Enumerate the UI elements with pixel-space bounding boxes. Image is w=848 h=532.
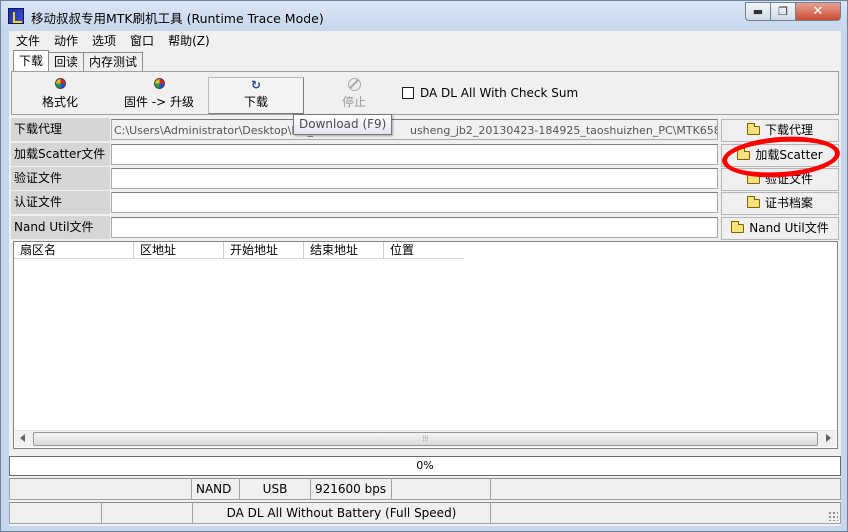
minimize-icon: ▬	[752, 5, 764, 18]
row-scatter: 加载Scatter文件 加载Scatter	[11, 143, 839, 167]
folder-icon	[746, 123, 760, 135]
download-agent-path: C:\Users\Administrator\Desktop\MP_n	[114, 124, 320, 137]
auth-file-button[interactable]: 验证文件	[721, 168, 839, 191]
download-agent-path-tail: usheng_jb2_20130423-184925_taoshuizhen_P…	[409, 124, 717, 137]
close-button[interactable]: ✕	[795, 2, 841, 21]
toolbar: 格式化 固件 -> 升级 ↻ 下载 停止 DA DL All With Chec…	[11, 71, 839, 115]
row-auth: 验证文件 验证文件	[11, 167, 839, 191]
download-agent-button-label: 下载代理	[764, 123, 813, 137]
status-mode: DA DL All Without Battery (Full Speed)	[192, 502, 491, 524]
status-baud: 921600 bps	[310, 478, 392, 500]
menu-action[interactable]: 动作	[47, 32, 85, 49]
status-cell-empty-4	[9, 502, 102, 524]
load-scatter-button-label: 加载Scatter	[755, 148, 823, 162]
format-button[interactable]: 格式化	[38, 78, 82, 114]
cert-file-button-label: 证书档案	[764, 196, 813, 210]
title-bar[interactable]: 移动叔叔专用MTK刷机工具 (Runtime Trace Mode) ▬ ❐ ✕	[1, 1, 847, 31]
nand-util-button-label: Nand Util文件	[749, 221, 829, 235]
cert-field[interactable]	[111, 192, 718, 213]
status-interface: USB	[239, 478, 311, 500]
stop-label: 停止	[341, 95, 366, 109]
menu-window[interactable]: 窗口	[123, 32, 161, 49]
checksum-checkbox[interactable]	[402, 87, 414, 99]
folder-icon	[737, 148, 751, 160]
format-label: 格式化	[41, 95, 78, 109]
cert-file-button[interactable]: 证书档案	[721, 192, 839, 215]
close-icon: ✕	[812, 4, 824, 19]
menu-bar: 文件 动作 选项 窗口 帮助(Z)	[9, 31, 841, 50]
status-cell-empty-2	[391, 478, 491, 500]
firmware-upgrade-icon	[153, 78, 165, 89]
download-agent-label: 下载代理	[11, 118, 110, 141]
column-location[interactable]: 位置	[384, 242, 464, 259]
tab-readback[interactable]: 回读	[48, 52, 85, 71]
caption-buttons: ▬ ❐ ✕	[745, 2, 841, 22]
status-cell-empty-3	[490, 478, 841, 500]
tab-strip: 下载 回读 内存测试	[13, 50, 144, 72]
partition-list-header: 扇区名 区地址 开始地址 结束地址 位置	[14, 242, 464, 259]
row-download-agent: 下载代理 C:\Users\Administrator\Desktop\MP_n…	[11, 118, 839, 142]
horizontal-scrollbar[interactable]: ⦙⦙⦙	[15, 430, 836, 447]
format-icon	[54, 78, 66, 89]
stop-button[interactable]: 停止	[332, 78, 376, 114]
status-cell-empty-1	[9, 478, 192, 500]
progress-bar: 0%	[9, 456, 841, 476]
row-nand-util: Nand Util文件 Nand Util文件	[11, 216, 839, 240]
restore-icon: ❐	[778, 5, 788, 18]
column-region-address[interactable]: 区地址	[134, 242, 224, 259]
auth-label: 验证文件	[11, 167, 110, 190]
checksum-option[interactable]: DA DL All With Check Sum	[402, 86, 578, 100]
scroll-thumb[interactable]: ⦙⦙⦙	[33, 432, 818, 446]
nand-util-label: Nand Util文件	[11, 216, 110, 239]
folder-icon	[746, 172, 760, 184]
auth-field[interactable]	[111, 168, 718, 189]
menu-help[interactable]: 帮助(Z)	[161, 32, 217, 49]
download-button[interactable]: ↻ 下载	[208, 77, 304, 114]
menu-options[interactable]: 选项	[85, 32, 123, 49]
partition-list[interactable]: 扇区名 区地址 开始地址 结束地址 位置 ⦙⦙⦙	[13, 241, 838, 449]
resize-grip-icon[interactable]	[828, 511, 838, 521]
download-agent-button[interactable]: 下载代理	[721, 119, 839, 142]
progress-text: 0%	[416, 459, 434, 472]
cert-label: 认证文件	[11, 191, 110, 214]
status-row-2: DA DL All Without Battery (Full Speed)	[9, 502, 841, 525]
status-row-1: NAND USB 921600 bps	[9, 478, 841, 501]
scatter-label: 加载Scatter文件	[11, 143, 110, 166]
column-sector-name[interactable]: 扇区名	[14, 242, 134, 259]
status-cell-empty-5	[101, 502, 193, 524]
load-scatter-button[interactable]: 加载Scatter	[721, 144, 839, 167]
checksum-label: DA DL All With Check Sum	[420, 86, 579, 100]
tab-download[interactable]: 下载	[13, 50, 50, 71]
app-window: 移动叔叔专用MTK刷机工具 (Runtime Trace Mode) ▬ ❐ ✕…	[0, 0, 848, 532]
tab-memory-test[interactable]: 内存测试	[83, 52, 144, 71]
column-start-address[interactable]: 开始地址	[224, 242, 304, 259]
status-cell-empty-6	[490, 502, 841, 524]
folder-icon	[731, 221, 745, 233]
stop-icon	[347, 78, 361, 91]
nand-util-field[interactable]	[111, 217, 718, 238]
status-storage: NAND	[191, 478, 240, 500]
client-area: 下载 回读 内存测试 格式化 固件 -> 升级 ↻ 下载 停止 DA DL Al…	[9, 50, 841, 526]
auth-file-button-label: 验证文件	[764, 172, 813, 186]
firmware-upgrade-button[interactable]: 固件 -> 升级	[120, 78, 198, 114]
menu-file[interactable]: 文件	[9, 32, 47, 49]
row-cert: 认证文件 证书档案	[11, 191, 839, 215]
download-tooltip: Download (F9)	[293, 114, 393, 135]
app-icon[interactable]	[8, 8, 24, 24]
minimize-button[interactable]: ▬	[745, 2, 771, 21]
firmware-upgrade-label: 固件 -> 升级	[123, 95, 194, 109]
window-title: 移动叔叔专用MTK刷机工具 (Runtime Trace Mode)	[31, 11, 324, 26]
download-agent-field[interactable]: C:\Users\Administrator\Desktop\MP_n ushen…	[111, 119, 718, 140]
download-label: 下载	[243, 95, 268, 109]
column-end-address[interactable]: 结束地址	[304, 242, 384, 259]
maximize-button[interactable]: ❐	[770, 2, 796, 21]
folder-icon	[746, 196, 760, 208]
scroll-right-icon[interactable]	[826, 434, 831, 442]
scroll-left-icon[interactable]	[20, 434, 25, 442]
scatter-field[interactable]	[111, 144, 718, 165]
nand-util-button[interactable]: Nand Util文件	[721, 217, 839, 240]
refresh-icon: ↻	[250, 78, 262, 92]
